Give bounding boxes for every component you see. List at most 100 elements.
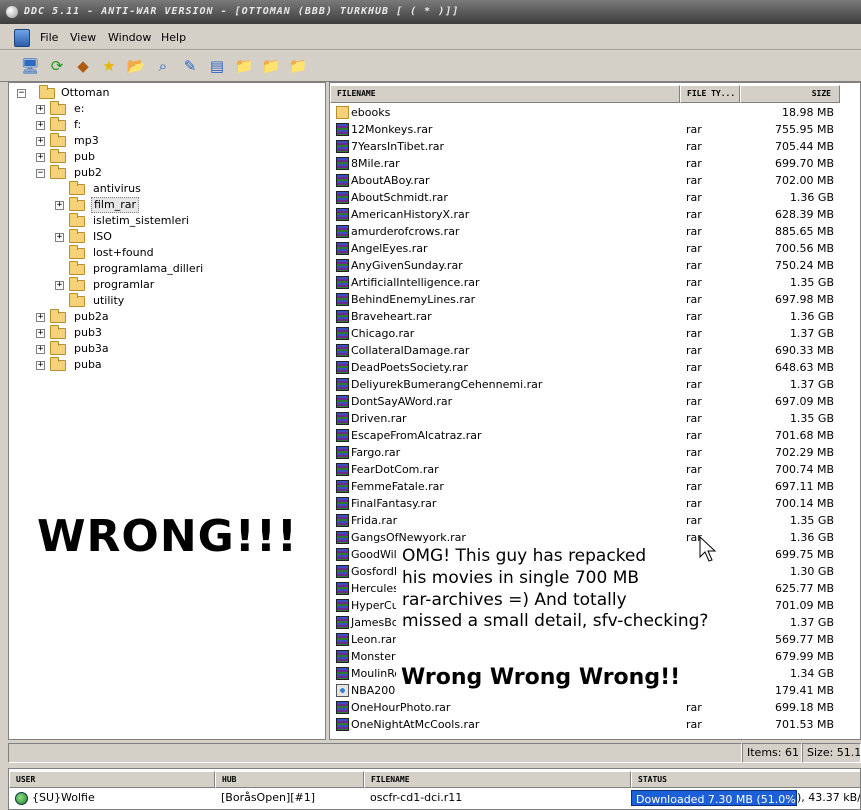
edit-icon[interactable]: ✎ xyxy=(180,56,200,76)
file-name: AboutSchmidt.rar xyxy=(351,191,448,204)
expand-icon[interactable]: + xyxy=(36,313,45,322)
folder-edit-icon[interactable]: 📁 xyxy=(261,56,281,76)
rar-archive-icon xyxy=(336,276,349,289)
file-row[interactable]: 12Monkeys.rar rar 755.95 MB xyxy=(330,121,860,138)
file-type: rar xyxy=(686,718,702,731)
rar-archive-icon xyxy=(336,667,349,680)
file-row[interactable]: AboutABoy.rar rar 702.00 MB xyxy=(330,172,860,189)
file-row[interactable]: FearDotCom.rar rar 700.74 MB xyxy=(330,461,860,478)
file-type: rar xyxy=(686,123,702,136)
file-row[interactable]: BehindEnemyLines.rar rar 697.98 MB xyxy=(330,291,860,308)
status-size: Size: 51.12 xyxy=(802,743,861,763)
annotation-line: OMG! This guy has repacked xyxy=(402,546,647,566)
file-size: 885.65 MB xyxy=(774,225,834,238)
file-row[interactable]: DeliyurekBumerangCehennemi.rar rar 1.37 GB xyxy=(330,376,860,393)
expand-icon[interactable]: + xyxy=(36,153,45,162)
file-row[interactable]: CollateralDamage.rar rar 690.33 MB xyxy=(330,342,860,359)
file-size: 569.77 MB xyxy=(774,633,834,646)
folder-open-icon[interactable]: 📂 xyxy=(126,56,146,76)
expand-icon[interactable]: + xyxy=(55,281,64,290)
expand-icon[interactable]: + xyxy=(36,361,45,370)
file-size: 699.70 MB xyxy=(774,157,834,170)
expand-icon[interactable]: + xyxy=(36,121,45,130)
column-header-size[interactable]: SIZE xyxy=(740,85,840,103)
folder-icon xyxy=(50,101,66,115)
transfer-row[interactable]: {SU}Wolfie [BoråsOpen][#1] oscfr-cd1-dci… xyxy=(9,789,860,807)
file-row[interactable]: EscapeFromAlcatraz.rar rar 701.68 MB xyxy=(330,427,860,444)
column-header-filetype[interactable]: FILE TY... xyxy=(680,85,740,103)
file-name: CollateralDamage.rar xyxy=(351,344,470,357)
folder-star-icon[interactable]: 📁 xyxy=(234,56,254,76)
notes-icon[interactable]: ▤ xyxy=(207,56,227,76)
expand-icon[interactable]: + xyxy=(36,105,45,114)
expand-icon[interactable]: + xyxy=(55,201,64,210)
file-row[interactable]: Braveheart.rar rar 1.36 GB xyxy=(330,308,860,325)
file-name: 8Mile.rar xyxy=(351,157,400,170)
file-size: 701.68 MB xyxy=(774,429,834,442)
file-row[interactable]: AboutSchmidt.rar rar 1.36 GB xyxy=(330,189,860,206)
directory-tree[interactable]: − Ottoman + e: + f: + mp3 + pub − pub2 antivirus + f… xyxy=(8,82,326,740)
expand-icon[interactable]: + xyxy=(55,233,64,242)
column-header-hub[interactable]: HUB xyxy=(215,771,364,788)
magnifier-icon[interactable]: ⌕ xyxy=(153,56,173,76)
menu-window[interactable]: Window xyxy=(108,31,151,44)
file-row[interactable]: FinalFantasy.rar rar 700.14 MB xyxy=(330,495,860,512)
file-row[interactable]: Fargo.rar rar 702.29 MB xyxy=(330,444,860,461)
monitor-icon[interactable]: 🖥 xyxy=(20,56,40,76)
file-size: 702.29 MB xyxy=(774,446,834,459)
collapse-icon[interactable]: − xyxy=(36,169,45,178)
file-row[interactable]: Frida.rar rar 1.35 GB xyxy=(330,512,860,529)
file-row[interactable]: Chicago.rar rar 1.37 GB xyxy=(330,325,860,342)
file-row[interactable]: Driven.rar rar 1.35 GB xyxy=(330,410,860,427)
file-row[interactable]: AmericanHistoryX.rar rar 628.39 MB xyxy=(330,206,860,223)
column-header-transfer-filename[interactable]: FILENAME xyxy=(364,771,631,788)
menu-view[interactable]: View xyxy=(70,31,96,44)
rar-archive-icon xyxy=(336,548,349,561)
rar-archive-icon xyxy=(336,497,349,510)
file-row[interactable]: AngelEyes.rar rar 700.56 MB xyxy=(330,240,860,257)
expand-icon[interactable]: + xyxy=(36,329,45,338)
file-type: rar xyxy=(686,259,702,272)
folder-icon xyxy=(50,149,66,163)
file-row[interactable]: 7YearsInTibet.rar rar 705.44 MB xyxy=(330,138,860,155)
column-header-status[interactable]: STATUS xyxy=(631,771,860,788)
globe-icon xyxy=(15,792,28,805)
file-size: 179.41 MB xyxy=(774,684,834,697)
file-row[interactable]: AnyGivenSunday.rar rar 750.24 MB xyxy=(330,257,860,274)
folder-icon xyxy=(69,245,85,259)
file-row[interactable]: ebooks 18.98 MB xyxy=(330,104,860,121)
file-row[interactable]: DontSayAWord.rar rar 697.09 MB xyxy=(330,393,860,410)
file-row[interactable]: DeadPoetsSociety.rar rar 648.63 MB xyxy=(330,359,860,376)
file-row[interactable]: ArtificialIntelligence.rar rar 1.35 GB xyxy=(330,274,860,291)
file-size: 697.98 MB xyxy=(774,293,834,306)
file-row[interactable]: amurderofcrows.rar rar 885.65 MB xyxy=(330,223,860,240)
app-icon[interactable] xyxy=(14,29,30,47)
refresh-icon[interactable]: ⟳ xyxy=(47,56,67,76)
file-size: 700.14 MB xyxy=(774,497,834,510)
transfer-filename: oscfr-cd1-dci.r11 xyxy=(370,791,463,804)
file-name: ebooks xyxy=(351,106,391,119)
column-header-filename[interactable]: FILENAME xyxy=(330,85,680,103)
file-type: rar xyxy=(686,276,702,289)
star-icon[interactable]: ★ xyxy=(99,56,119,76)
expand-icon[interactable]: + xyxy=(36,345,45,354)
file-size: 697.09 MB xyxy=(774,395,834,408)
column-header-user[interactable]: USER xyxy=(9,771,215,788)
tag-icon[interactable]: ◆ xyxy=(73,56,93,76)
file-row[interactable]: 8Mile.rar rar 699.70 MB xyxy=(330,155,860,172)
menu-help[interactable]: Help xyxy=(161,31,186,44)
menu-file[interactable]: File xyxy=(40,31,58,44)
collapse-icon[interactable]: − xyxy=(17,89,26,98)
annotation-line: missed a small detail, sfv-checking? xyxy=(402,611,709,631)
rar-archive-icon xyxy=(336,531,349,544)
folder-icon xyxy=(50,309,66,323)
file-type: rar xyxy=(686,327,702,340)
file-name: Fargo.rar xyxy=(351,446,401,459)
transfer-list[interactable]: USER HUB FILENAME STATUS {SU}Wolfie [Bor… xyxy=(8,768,861,810)
expand-icon[interactable]: + xyxy=(36,137,45,146)
folder-search-icon[interactable]: 📁 xyxy=(288,56,308,76)
app-orb-icon[interactable] xyxy=(6,6,18,18)
file-row[interactable]: OneHourPhoto.rar rar 699.18 MB xyxy=(330,699,860,716)
file-row[interactable]: OneNightAtMcCools.rar rar 701.53 MB xyxy=(330,716,860,733)
file-row[interactable]: FemmeFatale.rar rar 697.11 MB xyxy=(330,478,860,495)
